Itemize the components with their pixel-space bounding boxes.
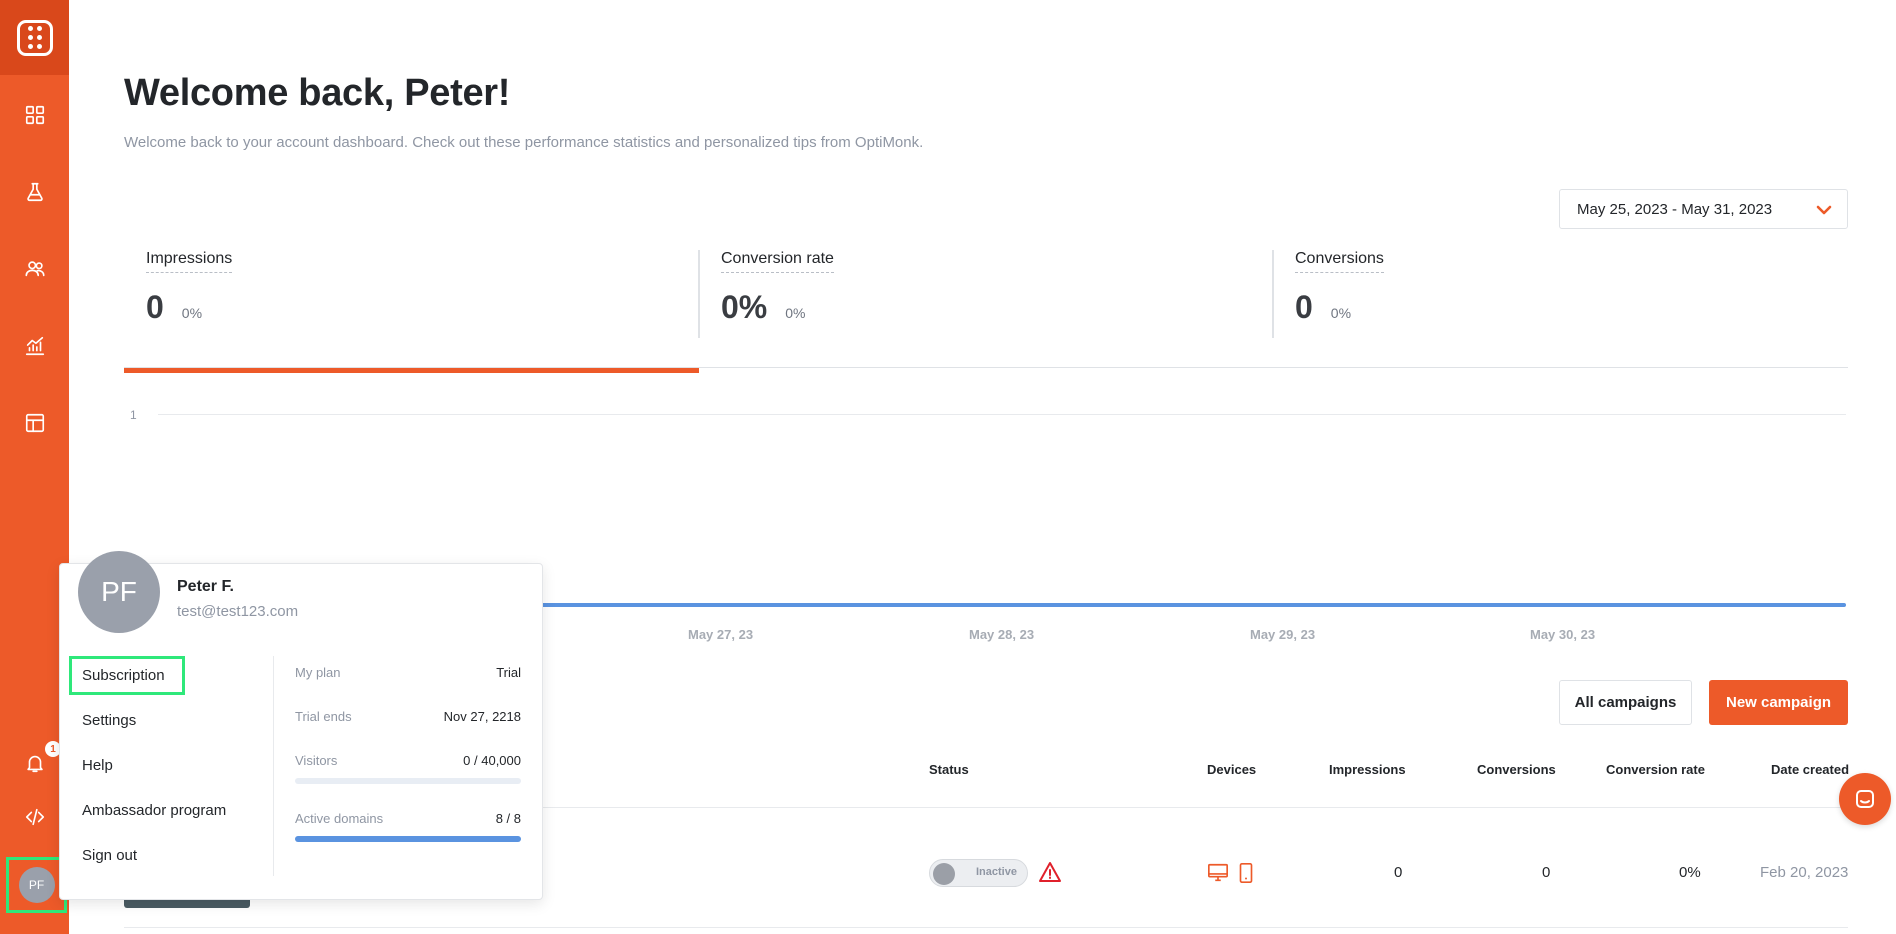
page-title: Welcome back, Peter! — [124, 72, 511, 114]
trial-ends-value: Nov 27, 2218 — [443, 709, 521, 724]
table-row-divider — [124, 927, 1848, 928]
column-header-impressions[interactable]: Impressions — [1329, 762, 1406, 777]
domains-progress-bar — [295, 836, 521, 842]
x-tick-label: May 30, 23 — [1530, 627, 1596, 642]
page-subtitle: Welcome back to your account dashboard. … — [124, 134, 924, 151]
menu-item-help[interactable]: Help — [82, 757, 113, 774]
menu-item-ambassador-program[interactable]: Ambassador program — [82, 802, 226, 819]
divider — [273, 656, 274, 876]
sidebar-avatar-button[interactable]: PF — [6, 857, 67, 913]
date-created-cell: Feb 20, 2023 — [1760, 864, 1849, 881]
visitors-label: Visitors — [295, 753, 338, 768]
menu-item-subscription[interactable]: Subscription — [82, 667, 165, 684]
flask-icon[interactable] — [0, 172, 69, 212]
stat-value: 0 — [1295, 289, 1313, 325]
visitors-value: 0 / 40,000 — [463, 753, 521, 768]
column-header-conversion-rate[interactable]: Conversion rate — [1606, 762, 1705, 777]
toggle-knob — [933, 863, 955, 885]
domains-value: 8 / 8 — [495, 811, 521, 826]
divider — [1272, 250, 1274, 338]
user-email: test@test123.com — [177, 603, 299, 620]
stat-change: 0% — [181, 305, 203, 321]
divider — [698, 250, 700, 338]
templates-layout-icon[interactable] — [0, 403, 69, 443]
stat-impressions[interactable]: Impressions 0 0% — [146, 250, 233, 326]
date-range-picker[interactable]: May 25, 2023 - May 31, 2023 — [1559, 189, 1848, 229]
column-header-status[interactable]: Status — [929, 762, 969, 777]
conversions-cell: 0 — [1542, 864, 1551, 881]
impressions-cell: 0 — [1394, 864, 1403, 881]
campaign-preview-thumbnail[interactable] — [124, 900, 250, 908]
warning-icon[interactable] — [1038, 860, 1062, 884]
x-tick-label: May 29, 23 — [1250, 627, 1316, 642]
x-tick-label: May 27, 23 — [688, 627, 754, 642]
desktop-icon — [1208, 863, 1228, 882]
x-tick-label: May 28, 23 — [969, 627, 1035, 642]
status-toggle[interactable]: Inactive — [929, 859, 1028, 887]
avatar: PF — [18, 867, 55, 903]
mobile-icon — [1239, 863, 1253, 883]
plan-label: My plan — [295, 665, 341, 680]
analytics-chart-icon[interactable] — [0, 326, 69, 366]
dashboard-grid-icon[interactable] — [0, 95, 69, 135]
avatar: PF — [78, 551, 160, 633]
menu-item-settings[interactable]: Settings — [82, 712, 136, 729]
column-header-devices[interactable]: Devices — [1207, 762, 1256, 777]
new-campaign-button[interactable]: New campaign — [1709, 680, 1848, 725]
chart-gridline — [158, 414, 1846, 415]
domains-label: Active domains — [295, 811, 384, 826]
optimonk-logo-icon[interactable] — [0, 0, 69, 75]
active-stat-indicator — [124, 368, 699, 373]
users-icon[interactable] — [0, 249, 69, 289]
stat-change: 0% — [785, 305, 806, 321]
stat-label: Impressions — [146, 250, 233, 273]
y-tick-label: 1 — [130, 408, 137, 422]
all-campaigns-button[interactable]: All campaigns — [1559, 680, 1692, 725]
domains-progress-fill — [295, 836, 521, 842]
user-name: Peter F. — [177, 578, 234, 595]
chevron-down-icon — [1816, 205, 1832, 215]
column-header-date-created[interactable]: Date created — [1771, 762, 1849, 777]
account-menu-popup: PF Peter F. test@test123.com Subscriptio… — [59, 551, 543, 900]
plan-value: Trial — [496, 665, 521, 680]
conversion-rate-cell: 0% — [1679, 864, 1701, 881]
visitors-progress-bar — [295, 778, 521, 784]
trial-ends-label: Trial ends — [295, 709, 352, 724]
stat-label: Conversions — [1295, 250, 1384, 273]
status-label: Inactive — [976, 866, 1017, 878]
stat-value: 0% — [721, 289, 768, 325]
stat-conversions[interactable]: Conversions 0 0% — [1295, 250, 1384, 326]
column-header-conversions[interactable]: Conversions — [1477, 762, 1556, 777]
stat-change: 0% — [1330, 305, 1352, 321]
stat-label: Conversion rate — [721, 250, 834, 273]
chat-launcher-button[interactable] — [1839, 773, 1891, 825]
stat-value: 0 — [146, 289, 164, 325]
chat-icon — [1856, 790, 1874, 808]
stat-conversion-rate[interactable]: Conversion rate 0% 0% — [721, 250, 834, 326]
date-range-value: May 25, 2023 - May 31, 2023 — [1577, 200, 1773, 218]
menu-item-sign-out[interactable]: Sign out — [82, 847, 137, 864]
series-line — [540, 603, 1846, 607]
